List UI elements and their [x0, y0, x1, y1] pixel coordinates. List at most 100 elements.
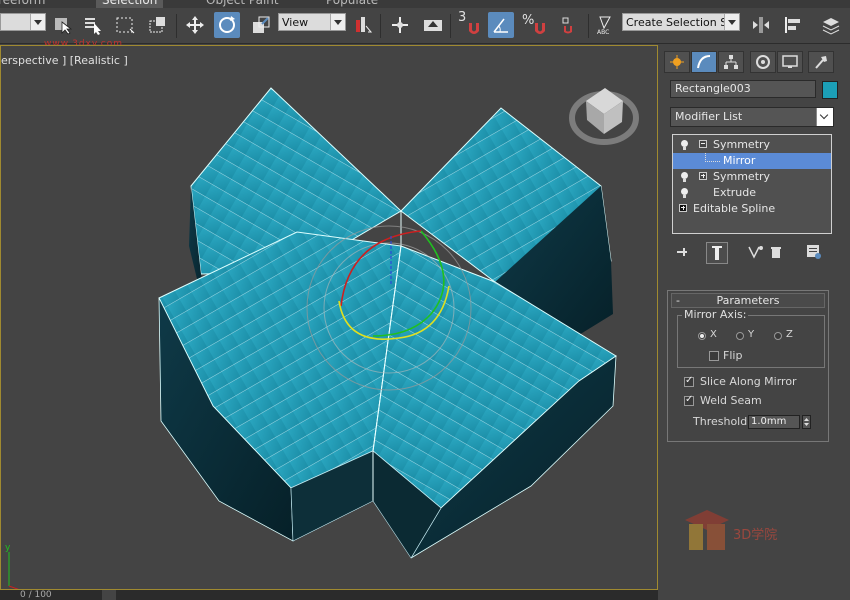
rectangle-region-icon	[116, 17, 135, 34]
modifier-list-label: Modifier List	[675, 110, 743, 123]
ribbon-tab-selection[interactable]: Selection	[96, 0, 164, 8]
watermark-logo: 3D学院	[685, 510, 835, 563]
window-crossing-button[interactable]	[144, 12, 170, 38]
stack-item-label: Extrude	[713, 186, 757, 199]
ribbon-tab-object-paint[interactable]: Object Paint	[200, 0, 285, 8]
bulb-icon[interactable]	[681, 188, 688, 198]
toolbar-separator	[176, 14, 177, 38]
stack-item-editable-spline[interactable]: Editable Spline	[673, 201, 831, 217]
remove-modifier-button[interactable]	[766, 242, 786, 262]
object-color-swatch[interactable]	[822, 81, 838, 99]
ribbon-tab-freeform[interactable]: reeform	[0, 0, 51, 8]
edit-named-selection-button[interactable]: ABC	[592, 12, 618, 38]
motion-icon	[756, 55, 770, 69]
percent-snap-button[interactable]	[530, 18, 550, 38]
magnet-icon	[469, 23, 479, 34]
modify-curve-icon	[697, 55, 711, 69]
spinner-snap-icon	[562, 17, 572, 34]
chevron-down-icon	[330, 14, 345, 30]
svg-text:y: y	[5, 543, 11, 553]
tab-create[interactable]	[664, 51, 690, 73]
toolbar-separator	[450, 14, 451, 38]
threshold-input[interactable]: 1.0mm	[748, 415, 800, 429]
viewcube[interactable]	[569, 88, 639, 145]
keyboard-shortcut-override-button[interactable]	[420, 12, 446, 38]
viewport-scene: y	[5, 87, 639, 589]
pivot-center-button[interactable]	[350, 12, 376, 38]
angle-snap-button[interactable]	[488, 12, 514, 38]
spinner-snap-button[interactable]	[556, 12, 582, 38]
object-name-field[interactable]: Rectangle003	[670, 80, 816, 98]
stack-item-symmetry[interactable]: Symmetry	[673, 137, 831, 153]
toolbar-separator	[588, 14, 589, 38]
align-button[interactable]	[780, 12, 806, 38]
next-frame-button[interactable]	[102, 590, 116, 600]
make-unique-button[interactable]	[746, 242, 766, 262]
chevron-down-icon	[724, 14, 739, 30]
parameters-rollout-header[interactable]: - Parameters	[671, 293, 825, 308]
logo-text: 3D学院	[733, 528, 778, 543]
rectangular-selection-button[interactable]	[112, 12, 138, 38]
select-rotate-button[interactable]	[214, 12, 240, 38]
expand-icon[interactable]	[679, 204, 687, 212]
named-selection-set-dropdown[interactable]: Create Selection Set	[622, 13, 740, 31]
rotate-icon	[219, 16, 235, 33]
threshold-spinner-arrows[interactable]	[802, 415, 811, 429]
end-result-icon	[712, 246, 722, 260]
flip-checkbox[interactable]	[709, 351, 719, 361]
display-monitor-icon	[782, 55, 798, 68]
ribbon-tab-populate[interactable]: Populate	[320, 0, 384, 8]
tab-motion[interactable]	[750, 51, 776, 73]
mirror-axis-title: Mirror Axis:	[682, 308, 749, 321]
axis-x-label: X	[710, 329, 717, 340]
tab-hierarchy[interactable]	[718, 51, 744, 73]
stack-item-symmetry-2[interactable]: Symmetry	[673, 169, 831, 185]
reference-coordinate-dropdown[interactable]: View	[278, 13, 346, 31]
chevron-down-icon	[30, 14, 45, 30]
configure-modifier-sets-button[interactable]	[804, 242, 824, 262]
trash-icon	[771, 247, 781, 258]
axis-z-radio[interactable]	[774, 332, 782, 340]
named-selection-set-value: Create Selection Set	[626, 16, 739, 29]
tab-display[interactable]	[777, 51, 803, 73]
stack-item-mirror[interactable]: Mirror	[673, 153, 831, 169]
toolbar-separator	[380, 14, 381, 38]
tab-modify[interactable]	[691, 51, 717, 73]
select-scale-button[interactable]	[248, 12, 274, 38]
rollout-title: Parameters	[716, 294, 780, 307]
layers-icon	[822, 18, 840, 35]
show-end-result-button[interactable]	[706, 242, 728, 264]
weld-seam-checkbox[interactable]	[684, 394, 694, 406]
angle-snap-icon	[493, 18, 508, 33]
selection-filter-dropdown[interactable]	[0, 13, 46, 31]
window-crossing-icon	[149, 17, 165, 33]
modifier-list-dropdown[interactable]: Modifier List	[670, 107, 834, 127]
select-object-button[interactable]	[50, 12, 76, 38]
bulb-icon[interactable]	[681, 140, 688, 150]
axis-x-radio[interactable]	[698, 332, 706, 340]
select-manipulate-button[interactable]	[387, 12, 413, 38]
stack-item-extrude[interactable]: Extrude	[673, 185, 831, 201]
parameters-rollout: - Parameters Mirror Axis: X Y Z Flip Sli…	[667, 290, 829, 442]
axis-y-radio[interactable]	[736, 332, 744, 340]
time-slider[interactable]: 0 / 100	[0, 590, 658, 600]
slice-along-mirror-checkbox[interactable]	[684, 375, 694, 387]
collapse-icon[interactable]	[699, 140, 707, 148]
perspective-viewport[interactable]: erspective ] [Realistic ] y	[0, 45, 658, 590]
layer-explorer-button[interactable]	[818, 12, 844, 38]
magnet-icon	[535, 23, 545, 34]
mirror-button[interactable]	[748, 12, 774, 38]
select-move-button[interactable]	[182, 12, 208, 38]
select-arrow-icon	[55, 18, 73, 35]
flip-label: Flip	[723, 349, 743, 362]
snaps-toggle-button[interactable]	[464, 18, 484, 38]
threshold-label: Threshold:	[693, 415, 751, 428]
select-by-name-button[interactable]	[80, 12, 106, 38]
stack-toolbar	[670, 242, 840, 264]
hammer-icon	[815, 56, 827, 69]
collapse-icon: -	[676, 294, 680, 307]
pin-stack-button[interactable]	[672, 242, 692, 262]
bulb-icon[interactable]	[681, 172, 688, 182]
tab-utilities[interactable]	[808, 51, 834, 73]
expand-icon[interactable]	[699, 172, 707, 180]
